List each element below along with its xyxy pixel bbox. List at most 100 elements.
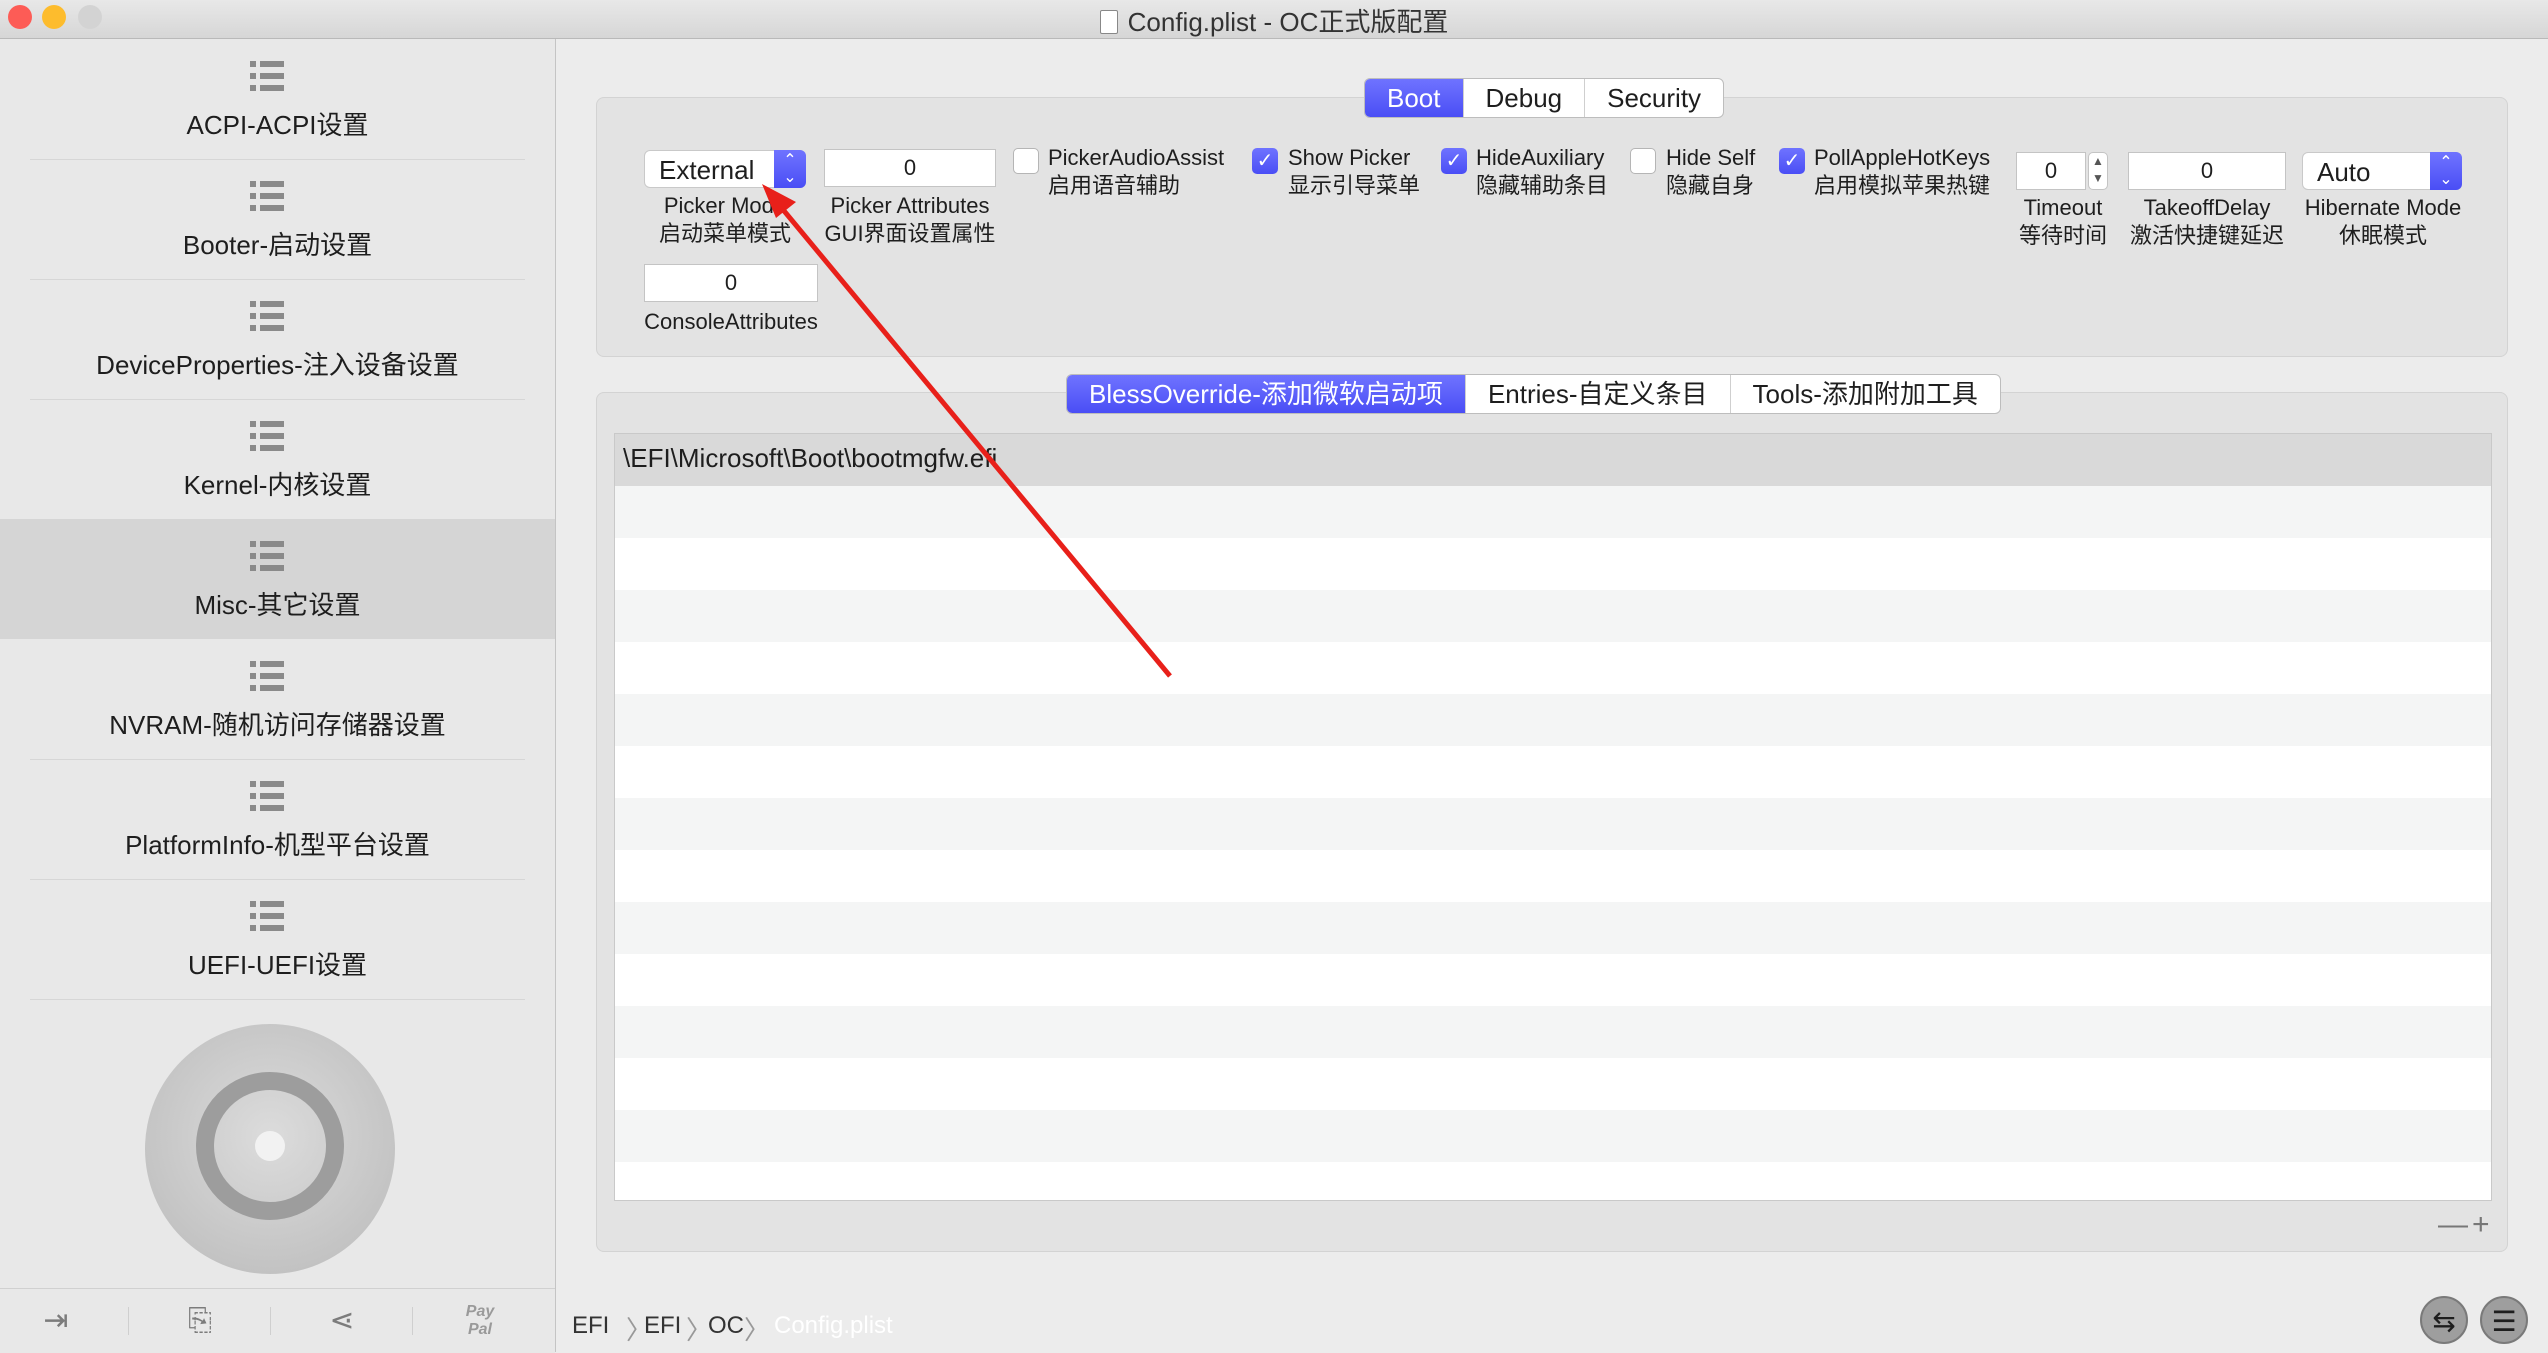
hibernate-mode-value: Auto — [2317, 157, 2371, 187]
breadcrumb: EFI 〉 EFI 〉 OC 〉 Config.plist — [556, 1300, 2548, 1352]
sidebar-item-label: NVRAM-随机访问存储器设置 — [109, 710, 446, 740]
hibernate-mode-select[interactable]: Auto ⌃ ⌄ — [2302, 152, 2462, 190]
sidebar-item-label: Booter-启动设置 — [182, 230, 373, 260]
breadcrumb-item[interactable]: EFI — [644, 1312, 681, 1340]
picker-attributes-label-cn: GUI界面设置属性 — [824, 221, 996, 246]
checkbox-label: HideAuxiliary — [1476, 145, 1605, 170]
breadcrumb-item[interactable]: Config.plist — [774, 1312, 893, 1340]
sidebar-item-nvram[interactable]: NVRAM-随机访问存储器设置 — [0, 639, 555, 759]
table-row[interactable] — [615, 1162, 2491, 1200]
picker-mode-label-cn: 启动菜单模式 — [658, 221, 791, 246]
tab-blessoverride[interactable]: BlessOverride-添加微软启动项 — [1067, 375, 1465, 413]
list-icon — [250, 781, 284, 811]
tab-tools[interactable]: Tools-添加附加工具 — [1729, 375, 2000, 413]
chevron-updown-icon: ⌃ ⌄ — [774, 150, 806, 188]
table-row[interactable] — [615, 954, 2491, 1006]
picker-attributes-input[interactable]: 0 — [824, 149, 996, 187]
table-row[interactable] — [615, 798, 2491, 850]
chevron-updown-icon: ⌃ ⌄ — [2430, 152, 2462, 190]
export-icon[interactable]: ⎘ — [182, 1303, 218, 1339]
add-row-button[interactable]: + — [2472, 1208, 2494, 1241]
breadcrumb-item[interactable]: EFI — [572, 1312, 609, 1340]
table-row[interactable] — [615, 1058, 2491, 1110]
sidebar-item-deviceproperties[interactable]: DeviceProperties-注入设备设置 — [0, 279, 555, 399]
timeout-input[interactable]: 0 — [2016, 152, 2086, 190]
timeout-stepper[interactable]: ▲ ▼ — [2088, 152, 2108, 190]
sidebar-bottom-toolbar: ⇥ ⎘ ⋖ Pay Pal — [0, 1288, 555, 1353]
divider — [128, 1307, 129, 1335]
swap-arrows-icon[interactable]: ⇆ — [2420, 1296, 2468, 1344]
picker-mode-label: Picker Mode — [663, 193, 787, 218]
window-title: Config.plist - OC正式版配置 — [0, 2, 2548, 39]
table-row[interactable] — [615, 850, 2491, 902]
sidebar-item-uefi[interactable]: UEFI-UEFI设置 — [0, 879, 555, 999]
hibernate-mode-label-cn: 休眠模式 — [2338, 223, 2427, 248]
hibernate-mode-label: Hibernate Mode — [2304, 195, 2462, 220]
picker-audio-assist-checkbox[interactable] — [1013, 148, 1039, 174]
show-picker-checkbox[interactable]: ✓ — [1252, 148, 1278, 174]
table-row[interactable] — [615, 1006, 2491, 1058]
tab-entries[interactable]: Entries-自定义条目 — [1464, 375, 1730, 413]
sidebar-item-label: ACPI-ACPI设置 — [186, 110, 369, 140]
checkbox-label-cn: 隐藏自身 — [1666, 173, 1755, 198]
share-icon[interactable]: ⋖ — [324, 1303, 360, 1339]
hide-self-checkbox[interactable] — [1630, 148, 1656, 174]
sub-tab-bar: BlessOverride-添加微软启动项 Entries-自定义条目 Tool… — [1066, 374, 2001, 414]
table-row[interactable] — [615, 694, 2491, 746]
picker-mode-value: External — [659, 155, 755, 185]
list-icon — [250, 661, 284, 691]
tab-boot[interactable]: Boot — [1365, 79, 1463, 117]
takeoff-delay-label: TakeoffDelay — [2143, 195, 2271, 220]
blessoverride-table[interactable]: \EFI\Microsoft\Boot\bootmgfw.efi — [614, 433, 2492, 1201]
poll-apple-hotkeys-checkbox[interactable]: ✓ — [1779, 148, 1805, 174]
sidebar-item-misc[interactable]: Misc-其它设置 — [0, 519, 555, 639]
table-row[interactable] — [615, 590, 2491, 642]
table-row[interactable] — [615, 902, 2491, 954]
checkbox-label: Show Picker — [1288, 145, 1411, 170]
sidebar-item-label: UEFI-UEFI设置 — [187, 950, 368, 980]
divider — [412, 1307, 413, 1335]
sidebar-item-label: Kernel-内核设置 — [183, 470, 372, 500]
import-icon[interactable]: ⇥ — [38, 1303, 74, 1339]
checkbox-label-cn: 启用语音辅助 — [1048, 173, 1181, 198]
table-row[interactable]: \EFI\Microsoft\Boot\bootmgfw.efi — [615, 434, 2491, 486]
list-icon — [250, 61, 284, 91]
document-icon — [1099, 10, 1118, 34]
list-icon — [250, 301, 284, 331]
table-row[interactable] — [615, 1110, 2491, 1162]
chevron-right-icon: 〉 — [744, 1315, 771, 1345]
paypal-icon[interactable]: Pay Pal — [462, 1303, 498, 1339]
console-attributes-label: ConsoleAttributes — [644, 309, 818, 334]
list-icon — [250, 181, 284, 211]
tab-debug[interactable]: Debug — [1462, 79, 1585, 117]
sidebar-item-label: DeviceProperties-注入设备设置 — [96, 350, 459, 380]
checkbox-label: Hide Self — [1666, 145, 1756, 170]
sidebar-item-label: PlatformInfo-机型平台设置 — [125, 830, 430, 860]
divider — [270, 1307, 271, 1335]
table-row[interactable] — [615, 746, 2491, 798]
checkbox-label-cn: 启用模拟苹果热键 — [1814, 173, 1991, 198]
sidebar-item-kernel[interactable]: Kernel-内核设置 — [0, 399, 555, 519]
console-attributes-input[interactable]: 0 — [644, 264, 818, 302]
remove-row-button[interactable]: — — [2438, 1208, 2472, 1241]
checkbox-label-cn: 隐藏辅助条目 — [1476, 173, 1609, 198]
table-row[interactable] — [615, 538, 2491, 590]
table-row[interactable] — [615, 486, 2491, 538]
takeoff-delay-input[interactable]: 0 — [2128, 152, 2286, 190]
sidebar-item-acpi[interactable]: ACPI-ACPI设置 — [0, 39, 555, 159]
sidebar-item-label: Misc-其它设置 — [194, 590, 361, 620]
title-bar: Config.plist - OC正式版配置 — [0, 0, 2548, 39]
table-cell[interactable]: \EFI\Microsoft\Boot\bootmgfw.efi — [623, 443, 997, 474]
checkbox-label-cn: 显示引导菜单 — [1288, 173, 1421, 198]
picker-mode-select[interactable]: External ⌃ ⌄ — [644, 150, 806, 188]
breadcrumb-item[interactable]: OC — [708, 1312, 744, 1340]
list-icon — [250, 541, 284, 571]
sidebar-item-booter[interactable]: Booter-启动设置 — [0, 159, 555, 279]
table-row[interactable] — [615, 642, 2491, 694]
hide-auxiliary-checkbox[interactable]: ✓ — [1441, 148, 1467, 174]
list-icon — [250, 901, 284, 931]
sidebar-item-platforminfo[interactable]: PlatformInfo-机型平台设置 — [0, 759, 555, 879]
table-controls: —+ — [2438, 1208, 2494, 1242]
list-view-icon[interactable]: ☰ — [2480, 1296, 2528, 1344]
tab-security[interactable]: Security — [1584, 79, 1723, 117]
